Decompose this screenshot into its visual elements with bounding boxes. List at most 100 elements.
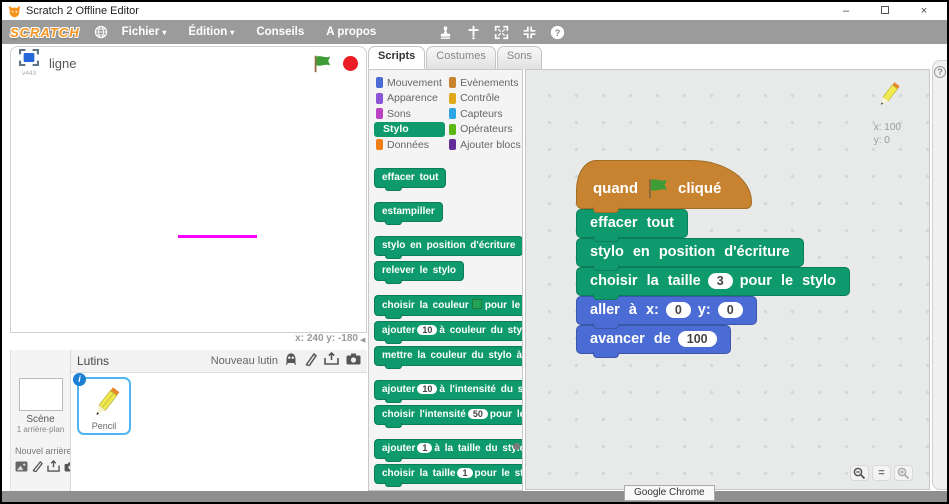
backdrop-library-icon[interactable]: [15, 459, 28, 477]
delete-icon[interactable]: [466, 25, 481, 40]
category-mouvement[interactable]: Mouvement: [374, 75, 445, 91]
zoom-in-button[interactable]: [894, 465, 913, 481]
category-opérateurs[interactable]: Opérateurs: [447, 122, 523, 138]
grow-sprite-icon[interactable]: [494, 25, 509, 40]
shrink-sprite-icon[interactable]: [522, 25, 537, 40]
block-value-input[interactable]: 100: [678, 331, 717, 347]
palette-block[interactable]: ajouter10à l'intensité du stylo: [374, 380, 523, 400]
category-stylo[interactable]: Stylo: [374, 122, 445, 138]
minimize-button[interactable]: –: [829, 5, 863, 17]
restore-button[interactable]: [868, 5, 902, 17]
block-value-input[interactable]: 50: [468, 409, 488, 419]
editor-tabs: Scripts Costumes Sons: [368, 46, 523, 69]
palette-block[interactable]: ajouter10à couleur du stylo: [374, 321, 523, 341]
palette-collapse-arrow[interactable]: ◀: [360, 336, 365, 344]
block-label: ajouter: [382, 443, 415, 454]
duplicate-stamp-icon[interactable]: [438, 25, 453, 40]
palette-block[interactable]: relever le stylo: [374, 261, 464, 281]
block-value-input[interactable]: 10: [417, 325, 437, 335]
category-apparence[interactable]: Apparence: [374, 91, 445, 107]
stage-thumbnail[interactable]: [19, 378, 63, 411]
palette-block[interactable]: effacer tout: [374, 168, 446, 188]
block-value-input[interactable]: 0: [718, 302, 743, 318]
block-value-input[interactable]: 1: [457, 468, 472, 478]
help-flyout-strip[interactable]: ?: [932, 60, 947, 490]
camera-sprite-icon[interactable]: [346, 352, 361, 370]
help-icon[interactable]: ?: [934, 66, 946, 78]
script-stack: quandcliquéeffacer toutstylo en position…: [576, 160, 850, 354]
category-contrôle[interactable]: Contrôle: [447, 91, 523, 107]
block-label: choisir la taille: [590, 273, 701, 289]
zoom-reset-button[interactable]: =: [872, 465, 891, 481]
presentation-mode-icon[interactable]: [19, 49, 39, 70]
upload-sprite-icon[interactable]: [324, 352, 339, 370]
category-evènements[interactable]: Evènements: [447, 75, 523, 91]
menu-a-propos[interactable]: A propos: [326, 26, 376, 38]
new-backdrop-label: Nouvel arrière-p: [11, 446, 71, 456]
category-color-chip: [376, 93, 383, 104]
palette-scrollbar-thumb[interactable]: [513, 443, 520, 450]
paint-sprite-icon[interactable]: [305, 352, 317, 371]
palette-block[interactable]: stylo en position d'écriture: [374, 236, 523, 256]
menu-conseils[interactable]: Conseils: [256, 26, 304, 38]
upload-backdrop-icon[interactable]: [47, 459, 60, 477]
paint-backdrop-icon[interactable]: [32, 459, 43, 477]
script-hat-block[interactable]: quandcliqué: [576, 160, 752, 209]
script-block[interactable]: stylo en position d'écriture: [576, 238, 804, 267]
project-name[interactable]: ligne: [49, 56, 302, 71]
tab-scripts[interactable]: Scripts: [368, 46, 425, 69]
close-button[interactable]: ×: [907, 5, 941, 17]
palette-block[interactable]: ajouter1à la taille du stylo: [374, 439, 523, 459]
pen-color-swatch[interactable]: [472, 299, 482, 309]
stop-button[interactable]: [343, 56, 358, 71]
pencil-sprite-image: [89, 383, 121, 428]
tab-sons[interactable]: Sons: [497, 46, 542, 69]
sprite-library-icon[interactable]: [284, 352, 298, 371]
window-title: Scratch 2 Offline Editor: [26, 5, 824, 17]
stage-canvas[interactable]: [11, 77, 366, 329]
block-value-input[interactable]: 1: [417, 443, 432, 453]
palette-block[interactable]: choisir la couleurpour le stylo: [374, 295, 523, 316]
zoom-out-button[interactable]: [850, 465, 869, 481]
category-sons[interactable]: Sons: [374, 106, 445, 122]
script-block[interactable]: effacer tout: [576, 209, 688, 238]
green-flag-button[interactable]: [312, 54, 333, 73]
category-capteurs[interactable]: Capteurs: [447, 106, 523, 122]
script-block[interactable]: aller à x:0y:0: [576, 296, 757, 325]
sprite-card-pencil[interactable]: i Pencil: [77, 377, 131, 435]
stage-thumbnail-label: Scène: [26, 414, 54, 425]
menu-edition[interactable]: Édition▾: [188, 26, 234, 38]
block-value-input[interactable]: 3: [708, 273, 733, 289]
palette-blocks: effacer tout estampiller stylo en position…: [374, 163, 522, 484]
block-label: ajouter: [382, 384, 415, 395]
menu-bar: SCRATCH Fichier▾ Édition▾ Conseils A pro…: [2, 20, 947, 44]
scripts-canvas[interactable]: x: 100 y: 0 quandcliquéeffacer toutstylo…: [525, 69, 930, 490]
tab-costumes[interactable]: Costumes: [426, 46, 496, 69]
scratch-logo[interactable]: SCRATCH: [10, 25, 80, 40]
menu-fichier[interactable]: Fichier▾: [122, 26, 167, 38]
block-value-input[interactable]: 10: [417, 384, 437, 394]
mouse-coordinates: x: 240 y: -180: [10, 333, 358, 344]
script-block[interactable]: avancer de100: [576, 325, 731, 354]
block-label: effacer tout: [382, 172, 438, 183]
palette-block[interactable]: choisir l'intensité50pour le stylo: [374, 405, 523, 425]
category-label: Stylo: [383, 123, 409, 135]
script-block[interactable]: choisir la taille3pour le stylo: [576, 267, 850, 296]
sprite-pane: Scène 1 arrière-plan Nouvel arrière-p Lu…: [10, 350, 367, 491]
camera-backdrop-icon[interactable]: [64, 459, 71, 477]
block-value-input[interactable]: 0: [666, 302, 691, 318]
palette-block[interactable]: choisir la taille1pour le stylo: [374, 464, 523, 484]
green-flag-icon: [645, 177, 671, 199]
scratch-cat-icon: [8, 5, 21, 18]
palette-block[interactable]: mettre la couleur du stylo à0: [374, 346, 523, 366]
block-help-icon[interactable]: ?: [550, 25, 565, 40]
palette-block[interactable]: estampiller: [374, 202, 443, 222]
category-ajouter-blocs[interactable]: Ajouter blocs: [447, 137, 523, 153]
sprite-info-badge[interactable]: i: [73, 373, 86, 386]
category-label: Contrôle: [460, 92, 500, 104]
block-label: à l'intensité du stylo: [439, 384, 523, 395]
language-globe-icon[interactable]: [94, 25, 108, 39]
block-label: y:: [698, 302, 711, 318]
category-données[interactable]: Données: [374, 137, 445, 153]
category-color-chip: [376, 108, 383, 119]
